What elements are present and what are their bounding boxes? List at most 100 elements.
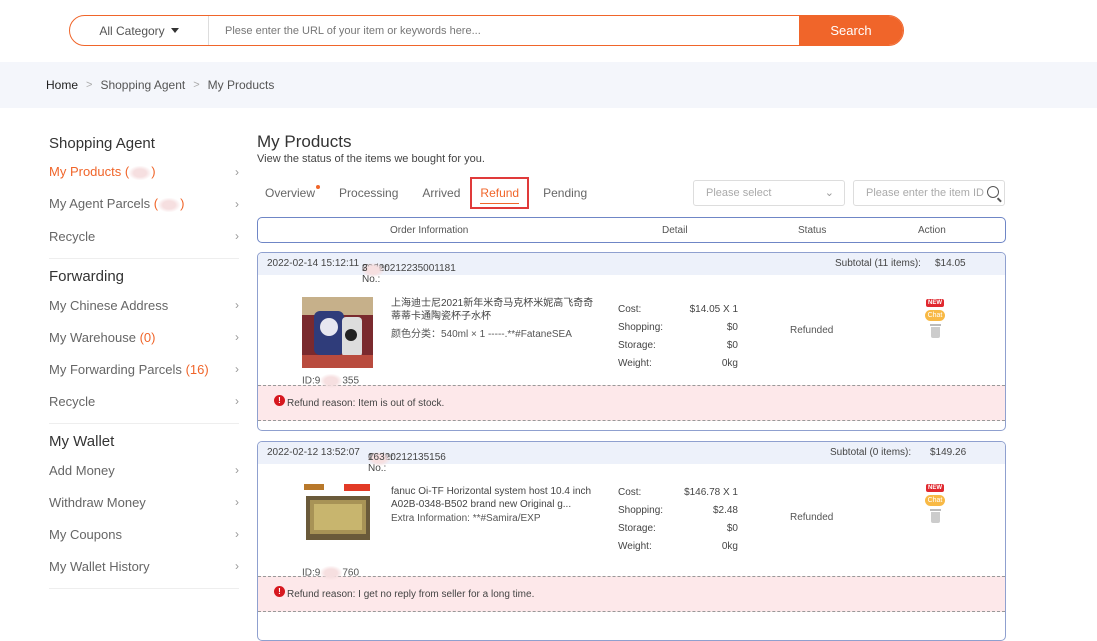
order-detail: Cost: $14.05 X 1 Shopping: $0 Storage: $0 W… [618, 301, 738, 373]
item-id-search [853, 180, 1005, 206]
sidebar-item-label: My Chinese Address [49, 297, 169, 313]
chevron-right-icon: › [235, 495, 239, 509]
product-image[interactable] [302, 482, 373, 553]
refund-reason-text: Refund reason: I get no reply from selle… [287, 588, 535, 600]
sidebar-item-my-chinese-address[interactable]: My Chinese Address › [49, 289, 239, 321]
header-status: Status [798, 225, 827, 236]
chevron-right-icon: › [235, 298, 239, 312]
order-subtotal-label: Subtotal (11 items): [835, 258, 921, 269]
sidebar-item-label: My Coupons [49, 526, 122, 542]
breadcrumb-home[interactable]: Home [46, 78, 78, 92]
chevron-right-icon: > [193, 79, 200, 91]
alert-icon: ! [274, 585, 285, 597]
cost-value: $146.78 X 1 [684, 487, 738, 498]
new-icon[interactable]: NEW [926, 484, 944, 492]
order-card: 2022-02-12 13:52:07 Order No.:2022021213… [257, 441, 1006, 641]
status-select-placeholder: Please select [706, 187, 772, 199]
alert-icon: ! [274, 394, 285, 406]
tab-processing[interactable]: Processing [339, 180, 398, 210]
sidebar-item-recycle-forwarding[interactable]: Recycle › [49, 385, 239, 417]
order-subtotal-value: $14.05 [935, 258, 966, 269]
sidebar-item-my-products[interactable]: My Products () › [49, 156, 239, 188]
chat-icon[interactable]: Chat [925, 495, 945, 506]
chat-icon[interactable]: Chat [925, 310, 945, 321]
sidebar-item-label: Recycle [49, 228, 96, 244]
order-body: ID:9 355 上海迪士尼2021新年米奇马克杯米妮高飞奇奇蒂蒂卡通陶瓷杯子水杯… [258, 275, 1005, 388]
order-body: ID:9 760 fanuc Oi-TF Horizontal system ho… [258, 464, 1005, 580]
chevron-right-icon: › [235, 394, 239, 408]
sidebar-item-add-money[interactable]: Add Money › [49, 454, 239, 486]
table-header: Order Information Detail Status Action [257, 217, 1006, 243]
product-extra: Extra Information: **#Samira/EXP [391, 513, 541, 524]
tab-overview[interactable]: Overview [265, 180, 321, 210]
order-status: Refunded [790, 512, 834, 523]
order-header: 2022-02-12 13:52:07 Order No.:2022021213… [258, 442, 1005, 474]
sidebar-item-label: My Forwarding Parcels [49, 361, 182, 377]
chevron-right-icon: › [235, 197, 239, 211]
sidebar-item-label: My Warehouse [49, 329, 136, 345]
search-input[interactable] [209, 16, 799, 45]
chevron-right-icon: › [235, 165, 239, 179]
status-select[interactable]: Please select ⌄ [693, 180, 845, 206]
sidebar-item-label: Withdraw Money [49, 494, 146, 510]
product-id: ID:9 760 [302, 566, 360, 580]
sidebar-group-title: My Wallet [49, 433, 115, 450]
refund-reason: ! Refund reason: I get no reply from sel… [258, 576, 1005, 612]
category-label: All Category [99, 23, 165, 38]
order-actions: NEW Chat [924, 299, 946, 338]
sidebar: Shopping Agent My Products () › My Agent… [49, 130, 239, 595]
sidebar-item-label: My Agent Parcels [49, 196, 151, 212]
sidebar-item-my-warehouse[interactable]: My Warehouse (0) › [49, 321, 239, 353]
sidebar-item-my-coupons[interactable]: My Coupons › [49, 518, 239, 550]
sidebar-item-label: My Wallet History [49, 558, 150, 574]
trash-icon[interactable] [929, 509, 941, 523]
search-icon[interactable] [987, 186, 999, 198]
tab-arrived[interactable]: Arrived [422, 180, 460, 210]
header-order-info: Order Information [390, 225, 469, 236]
header: All Category Search [0, 0, 1097, 62]
page-title: My Products [257, 132, 352, 151]
sidebar-item-count: 0 [143, 329, 152, 345]
search-bar: All Category Search [69, 15, 904, 46]
refund-reason-text: Refund reason: Item is out of stock. [287, 397, 445, 409]
sidebar-item-count: 16 [189, 361, 205, 377]
breadcrumb-shopping-agent[interactable]: Shopping Agent [100, 78, 185, 92]
product-extra: 颜色分类：540ml × 1 -----.**#FataneSEA [391, 329, 572, 340]
order-card: 2022-02-14 15:12:11 Order No.:2022021223… [257, 252, 1006, 431]
sidebar-item-withdraw-money[interactable]: Withdraw Money › [49, 486, 239, 518]
refund-reason: ! Refund reason: Item is out of stock. [258, 385, 1005, 421]
sidebar-item-my-forwarding-parcels[interactable]: My Forwarding Parcels (16) › [49, 353, 239, 385]
product-name[interactable]: fanuc Oi-TF Horizontal system host 10.4 … [391, 485, 601, 511]
order-datetime: 2022-02-14 15:12:11 [267, 258, 360, 269]
tab-pending[interactable]: Pending [543, 180, 587, 210]
order-subtotal-value: $149.26 [930, 447, 967, 458]
shopping-value: $2.48 [712, 505, 738, 516]
category-dropdown[interactable]: All Category [70, 16, 209, 45]
new-icon[interactable]: NEW [926, 299, 944, 307]
sidebar-group-shopping-agent: Shopping Agent My Products () › My Agent… [49, 132, 239, 259]
shopping-value: $0 [726, 322, 738, 333]
sidebar-group-title: Shopping Agent [49, 135, 155, 152]
order-header: 2022-02-14 15:12:11 Order No.:2022021223… [258, 253, 1005, 285]
breadcrumb-current: My Products [207, 78, 275, 92]
tab-refund[interactable]: Refund [470, 177, 530, 209]
trash-icon[interactable] [929, 324, 941, 338]
sidebar-group-forwarding: Forwarding My Chinese Address › My Wareh… [49, 265, 239, 424]
chevron-down-icon: ⌄ [824, 187, 834, 199]
order-subtotal-label: Subtotal (0 items): [830, 447, 912, 458]
weight-value: 0kg [721, 358, 738, 369]
sidebar-item-my-wallet-history[interactable]: My Wallet History › [49, 550, 239, 582]
page-subtitle: View the status of the items we bought f… [257, 153, 485, 165]
chevron-right-icon: › [235, 527, 239, 541]
item-id-input[interactable] [854, 181, 984, 205]
product-id: ID:9 355 [302, 374, 360, 388]
chevron-right-icon: › [235, 229, 239, 243]
search-button[interactable]: Search [799, 16, 903, 45]
weight-value: 0kg [721, 541, 738, 552]
storage-value: $0 [726, 340, 738, 351]
product-name[interactable]: 上海迪士尼2021新年米奇马克杯米妮高飞奇奇蒂蒂卡通陶瓷杯子水杯 [391, 297, 601, 323]
sidebar-item-recycle[interactable]: Recycle › [49, 220, 239, 252]
sidebar-item-label: Add Money [49, 462, 115, 478]
product-image[interactable] [302, 297, 373, 368]
sidebar-item-my-agent-parcels[interactable]: My Agent Parcels () › [49, 188, 239, 220]
